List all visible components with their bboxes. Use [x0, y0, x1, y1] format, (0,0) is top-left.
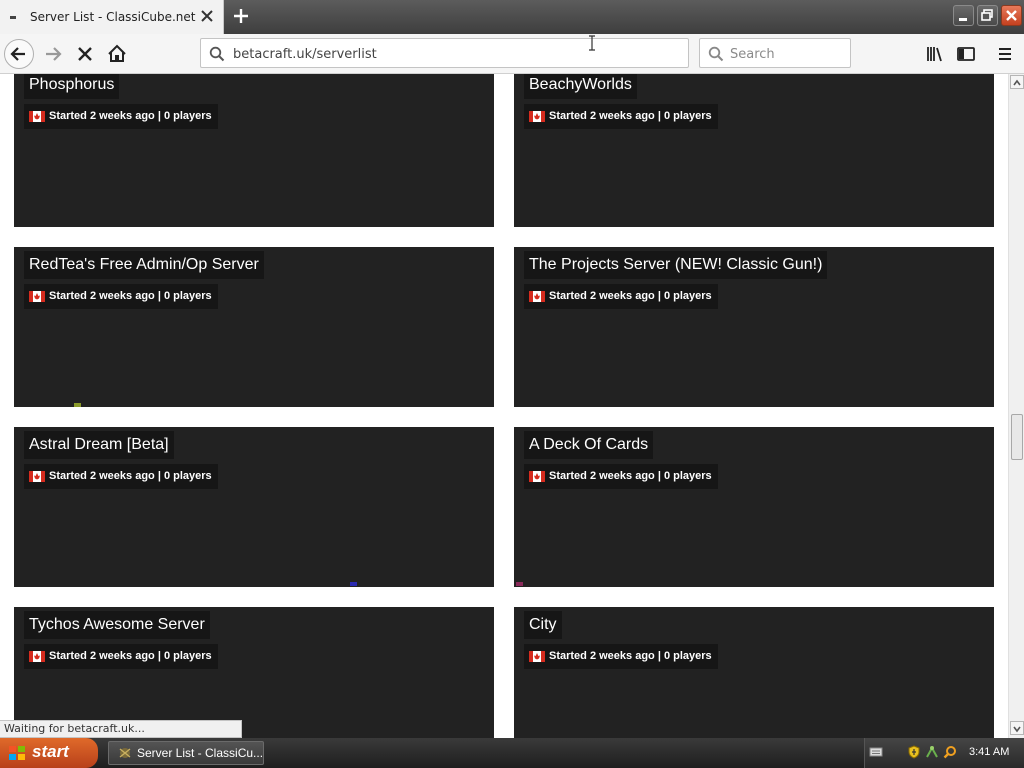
preview-pixel: [74, 403, 81, 407]
server-status-text: Started 2 weeks ago | 0 players: [549, 650, 712, 662]
start-label: start: [32, 742, 69, 761]
close-tab-icon[interactable]: [200, 9, 214, 23]
server-status-text: Started 2 weeks ago | 0 players: [549, 290, 712, 302]
text-cursor-icon: [589, 35, 595, 51]
windows-logo-icon: [9, 746, 25, 760]
server-card[interactable]: Astral Dream [Beta] Started 2 weeks ago …: [14, 427, 494, 587]
server-card[interactable]: The Projects Server (NEW! Classic Gun!) …: [514, 247, 994, 407]
server-status-text: Started 2 weeks ago | 0 players: [49, 290, 212, 302]
server-info: Started 2 weeks ago | 0 players: [24, 284, 218, 309]
server-name: BeachyWorlds: [524, 74, 637, 99]
search-icon[interactable]: [943, 745, 957, 759]
new-tab-icon[interactable]: [231, 6, 251, 26]
stop-button[interactable]: [70, 39, 100, 69]
loading-icon: [10, 16, 16, 19]
taskbar: start Server List - ClassiCu... 3:41 AM: [0, 738, 1024, 768]
back-icon: [10, 47, 25, 61]
server-info: Started 2 weeks ago | 0 players: [524, 644, 718, 669]
home-icon: [108, 44, 126, 62]
sidebar-icon: [957, 47, 975, 61]
scroll-up-button[interactable]: [1010, 75, 1024, 89]
taskbar-item-label: Server List - ClassiCu...: [137, 746, 264, 760]
server-card[interactable]: BeachyWorlds Started 2 weeks ago | 0 pla…: [514, 74, 994, 227]
preview-pixel: [516, 582, 523, 586]
close-window-button[interactable]: [1001, 5, 1022, 26]
chevron-up-icon: [1013, 79, 1021, 86]
network-icon[interactable]: [925, 745, 939, 759]
menu-icon: [999, 48, 1011, 60]
preview-pixel: [350, 582, 357, 586]
server-name: Astral Dream [Beta]: [24, 431, 174, 459]
forward-icon: [46, 47, 62, 61]
scroll-thumb[interactable]: [1011, 414, 1023, 460]
start-button[interactable]: start: [0, 738, 98, 768]
server-status-text: Started 2 weeks ago | 0 players: [49, 470, 212, 482]
browser-icon: [119, 748, 131, 758]
home-button[interactable]: [102, 39, 132, 69]
canada-flag-icon: [29, 471, 45, 482]
server-name: The Projects Server (NEW! Classic Gun!): [524, 251, 828, 279]
server-status-text: Started 2 weeks ago | 0 players: [49, 110, 212, 122]
vertical-scrollbar[interactable]: [1008, 74, 1024, 738]
forward-button[interactable]: [38, 39, 68, 69]
canada-flag-icon: [29, 651, 45, 662]
canada-flag-icon: [29, 291, 45, 302]
library-icon: [927, 47, 942, 62]
tab-title: Server List - ClassiCube.net: [30, 10, 196, 24]
chevron-down-icon: [1013, 726, 1021, 733]
server-info: Started 2 weeks ago | 0 players: [524, 104, 718, 129]
server-info: Started 2 weeks ago | 0 players: [524, 464, 718, 489]
server-name: RedTea's Free Admin/Op Server: [24, 251, 264, 279]
canada-flag-icon: [529, 111, 545, 122]
navigation-bar: betacraft.uk/serverlist: [0, 34, 1024, 74]
server-card[interactable]: City Started 2 weeks ago | 0 players: [514, 607, 994, 738]
search-icon: [209, 46, 225, 62]
search-bar[interactable]: [699, 38, 851, 68]
shield-icon[interactable]: [907, 745, 921, 759]
server-status-text: Started 2 weeks ago | 0 players: [549, 470, 712, 482]
scroll-down-button[interactable]: [1010, 721, 1024, 735]
sidebar-button[interactable]: [951, 39, 981, 69]
server-info: Started 2 weeks ago | 0 players: [24, 104, 218, 129]
server-status-text: Started 2 weeks ago | 0 players: [49, 650, 212, 662]
canada-flag-icon: [529, 291, 545, 302]
minimize-button[interactable]: [953, 5, 974, 26]
server-info: Started 2 weeks ago | 0 players: [24, 644, 218, 669]
server-card[interactable]: Phosphorus Started 2 weeks ago | 0 playe…: [14, 74, 494, 227]
server-name: City: [524, 611, 562, 639]
server-status-text: Started 2 weeks ago | 0 players: [549, 110, 712, 122]
status-text: Waiting for betacraft.uk...: [0, 720, 242, 738]
system-tray: 3:41 AM: [864, 738, 1024, 768]
server-name: A Deck Of Cards: [524, 431, 654, 459]
library-button[interactable]: [920, 39, 950, 69]
taskbar-item-browser[interactable]: Server List - ClassiCu...: [108, 741, 264, 765]
canada-flag-icon: [529, 471, 545, 482]
clock: 3:41 AM: [969, 746, 1010, 758]
keyboard-icon[interactable]: [869, 745, 883, 759]
restore-button[interactable]: [977, 5, 998, 26]
server-info: Started 2 weeks ago | 0 players: [24, 464, 218, 489]
stop-icon: [78, 47, 92, 61]
page-content: Phosphorus Started 2 weeks ago | 0 playe…: [0, 74, 1008, 738]
address-bar[interactable]: betacraft.uk/serverlist: [200, 38, 689, 68]
back-button[interactable]: [4, 39, 34, 69]
menu-button[interactable]: [990, 39, 1020, 69]
tab-server-list[interactable]: Server List - ClassiCube.net: [0, 0, 224, 34]
server-info: Started 2 weeks ago | 0 players: [524, 284, 718, 309]
server-card[interactable]: Tychos Awesome Server Started 2 weeks ag…: [14, 607, 494, 738]
server-name: Tychos Awesome Server: [24, 611, 210, 639]
server-card[interactable]: A Deck Of Cards Started 2 weeks ago | 0 …: [514, 427, 994, 587]
search-input[interactable]: [730, 45, 845, 63]
server-name: Phosphorus: [24, 74, 120, 99]
canada-flag-icon: [529, 651, 545, 662]
title-bar: Server List - ClassiCube.net: [0, 0, 1024, 34]
server-card[interactable]: RedTea's Free Admin/Op Server Started 2 …: [14, 247, 494, 407]
canada-flag-icon: [29, 111, 45, 122]
url-text: betacraft.uk/serverlist: [233, 47, 377, 62]
search-icon: [708, 46, 724, 62]
